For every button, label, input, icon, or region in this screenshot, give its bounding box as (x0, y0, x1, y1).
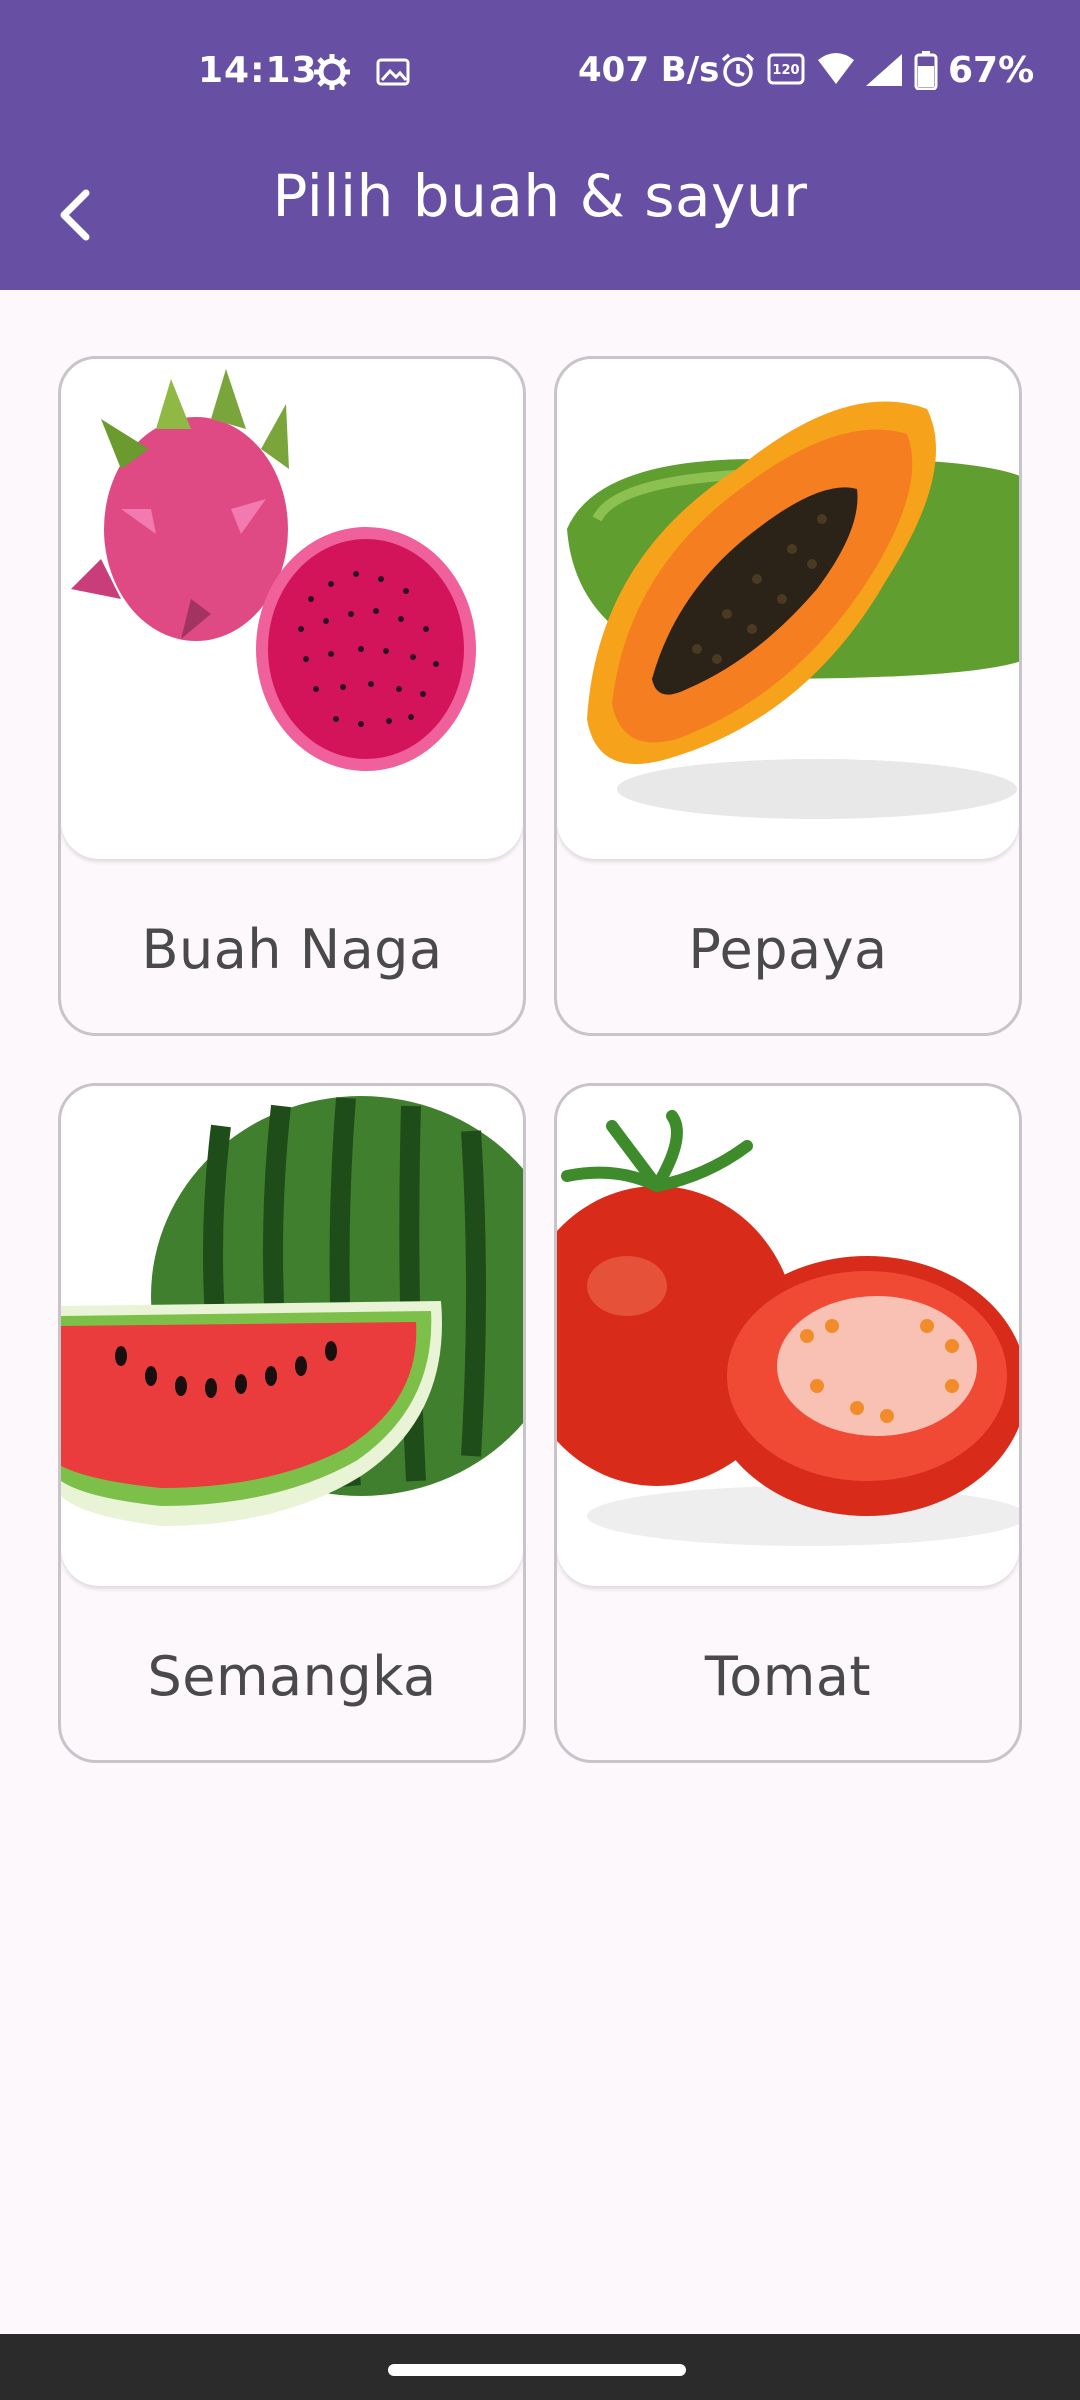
status-time: 14:13 (198, 50, 318, 91)
battery-percentage: 67% (948, 50, 1035, 91)
card-label: Buah Naga (141, 917, 443, 981)
card-tomat[interactable]: Tomat (554, 1083, 1022, 1763)
card-buah-naga[interactable]: Buah Naga (58, 356, 526, 1036)
watermelon-image (61, 1086, 523, 1586)
page-title: Pilih buah & sayur (272, 162, 808, 230)
card-pepaya[interactable]: Pepaya (554, 356, 1022, 1036)
card-label: Semangka (147, 1644, 437, 1708)
card-semangka[interactable]: Semangka (58, 1083, 526, 1763)
alarm-icon (720, 52, 756, 92)
gallery-icon (376, 58, 410, 90)
network-speed: 407 B/s (578, 50, 720, 90)
svg-text:120: 120 (772, 63, 799, 78)
card-label: Pepaya (688, 917, 888, 981)
signal-icon (864, 52, 904, 92)
system-nav-bar (0, 2334, 1080, 2400)
card-label: Tomat (704, 1644, 872, 1708)
wifi-icon (816, 52, 856, 92)
battery-icon (914, 50, 938, 94)
app-bar: Pilih buah & sayur (0, 140, 1080, 290)
dragon-fruit-image (61, 359, 523, 859)
settings-icon (312, 52, 352, 96)
refresh-rate-120hz-icon: 120 (766, 52, 806, 94)
status-bar: 14:13 407 B/s 120 67% (0, 0, 1080, 140)
tomato-image (557, 1086, 1019, 1586)
home-gesture-handle[interactable] (388, 2364, 686, 2376)
papaya-image (557, 359, 1019, 859)
